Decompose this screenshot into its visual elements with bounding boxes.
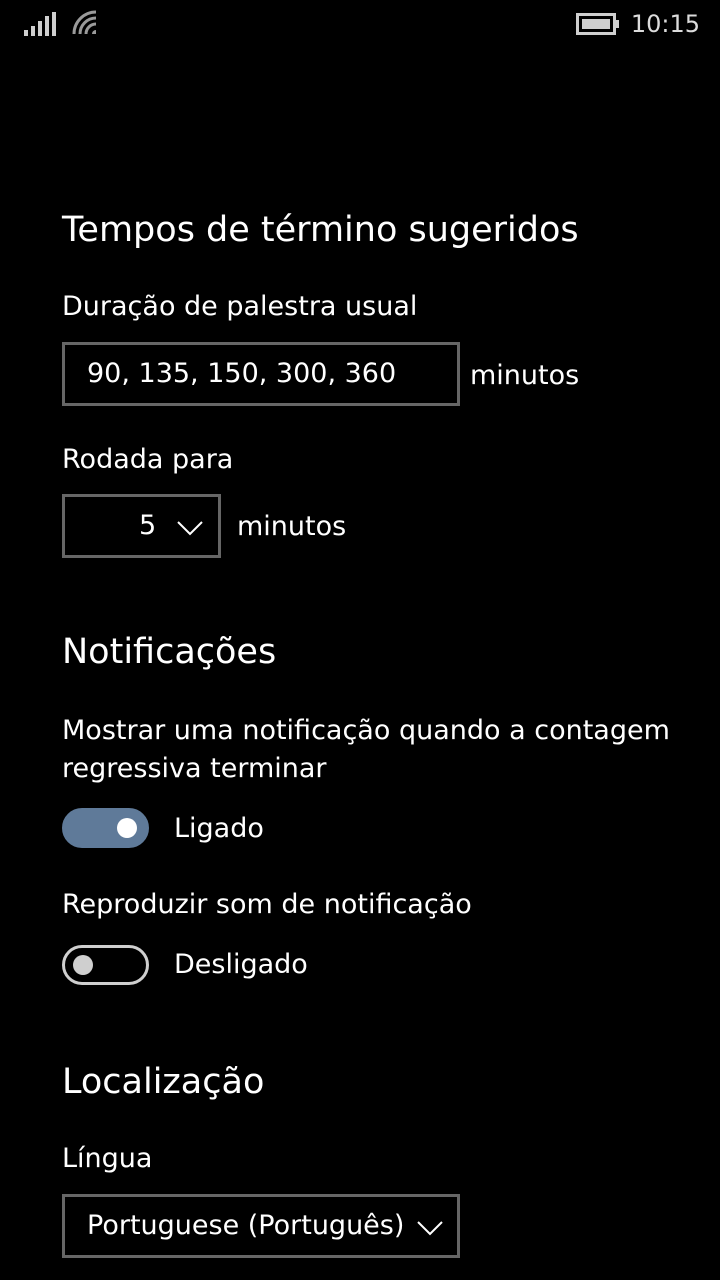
battery-icon	[576, 13, 619, 35]
duration-label: Duração de palestra usual	[62, 291, 418, 322]
signal-bars-icon	[24, 12, 56, 36]
sound-state: Desligado	[174, 949, 308, 980]
duration-input[interactable]: 90, 135, 150, 300, 360	[62, 342, 460, 406]
rounding-value: 5	[139, 510, 157, 541]
language-label: Língua	[62, 1143, 153, 1174]
show-notification-toggle[interactable]	[62, 808, 149, 848]
rounding-unit: minutos	[237, 511, 347, 542]
chevron-down-icon	[417, 1221, 443, 1236]
wifi-icon	[72, 10, 97, 35]
toggle-knob	[73, 955, 93, 975]
duration-unit: minutos	[470, 360, 580, 391]
sound-label: Reproduzir som de notificação	[62, 889, 472, 920]
language-dropdown[interactable]: Portuguese (Português)	[62, 1194, 460, 1258]
section-title-notifications: Notificações	[62, 632, 277, 672]
show-notification-label: Mostrar uma notificação quando a contage…	[62, 715, 670, 784]
section-title-suggested-times: Tempos de término sugeridos	[62, 210, 579, 250]
show-notification-state: Ligado	[174, 813, 264, 844]
chevron-down-icon	[177, 521, 203, 536]
toggle-knob	[117, 818, 137, 838]
rounding-dropdown[interactable]: 5	[62, 494, 221, 558]
status-bar: 10:15	[0, 0, 720, 50]
section-title-localization: Localização	[62, 1062, 265, 1102]
rounding-label: Rodada para	[62, 444, 234, 475]
clock: 10:15	[630, 10, 700, 38]
language-value: Portuguese (Português)	[87, 1210, 405, 1241]
sound-toggle[interactable]	[62, 945, 149, 985]
